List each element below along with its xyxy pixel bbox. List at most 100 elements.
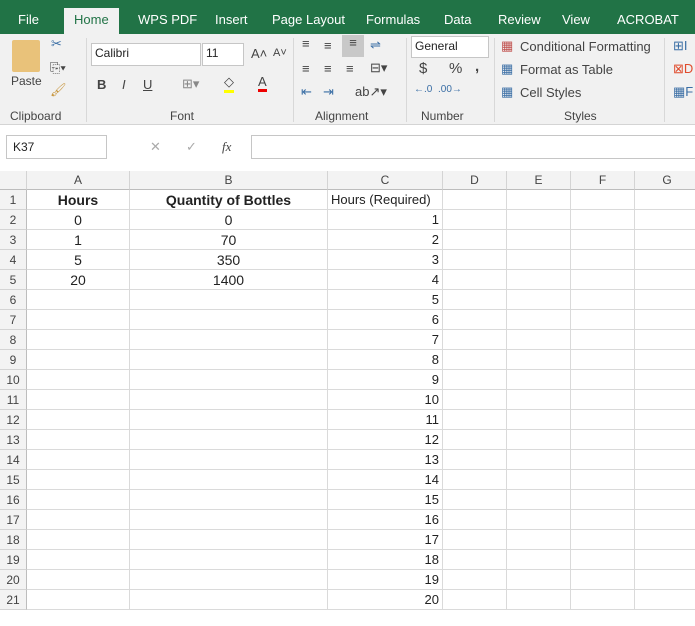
align-left-icon[interactable]: ≡	[302, 61, 310, 76]
increase-font-icon[interactable]: A˄	[251, 46, 267, 61]
cell-A21[interactable]	[27, 590, 130, 610]
cell-A9[interactable]	[27, 350, 130, 370]
cell-E1[interactable]	[507, 190, 571, 210]
cell-C6[interactable]: 5	[328, 290, 443, 310]
cell-C14[interactable]: 13	[328, 450, 443, 470]
cell-B9[interactable]	[130, 350, 328, 370]
align-middle-icon[interactable]: ≡	[324, 38, 332, 53]
cell-A13[interactable]	[27, 430, 130, 450]
align-top-icon[interactable]: ≡	[302, 36, 310, 51]
cell-G21[interactable]	[635, 590, 695, 610]
row-header[interactable]: 19	[0, 550, 27, 570]
cell-G17[interactable]	[635, 510, 695, 530]
cell-G9[interactable]	[635, 350, 695, 370]
row-header[interactable]: 3	[0, 230, 27, 250]
cell-C15[interactable]: 14	[328, 470, 443, 490]
increase-indent-icon[interactable]: ⇥	[323, 84, 334, 100]
bold-button[interactable]: B	[97, 77, 106, 92]
cell-G14[interactable]	[635, 450, 695, 470]
cell-F13[interactable]	[571, 430, 635, 450]
row-header[interactable]: 4	[0, 250, 27, 270]
cancel-icon[interactable]: ✕	[150, 139, 161, 155]
format-painter-icon[interactable]: 🖌	[50, 82, 67, 98]
cell-B5[interactable]: 1400	[130, 270, 328, 290]
cell-F12[interactable]	[571, 410, 635, 430]
cell-C5[interactable]: 4	[328, 270, 443, 290]
cell-E3[interactable]	[507, 230, 571, 250]
cell-E17[interactable]	[507, 510, 571, 530]
cell-C1[interactable]: Hours (Required)	[328, 190, 443, 210]
fill-color-icon[interactable]: ◇	[224, 74, 234, 93]
cell-G1[interactable]	[635, 190, 695, 210]
cell-E13[interactable]	[507, 430, 571, 450]
cell-B18[interactable]	[130, 530, 328, 550]
cell-G16[interactable]	[635, 490, 695, 510]
cell-B15[interactable]	[130, 470, 328, 490]
row-header[interactable]: 16	[0, 490, 27, 510]
cell-E12[interactable]	[507, 410, 571, 430]
cell-C18[interactable]: 17	[328, 530, 443, 550]
cell-G18[interactable]	[635, 530, 695, 550]
row-header[interactable]: 12	[0, 410, 27, 430]
cell-G13[interactable]	[635, 430, 695, 450]
increase-decimal-icon[interactable]: ←.0	[414, 84, 432, 95]
cell-A15[interactable]	[27, 470, 130, 490]
underline-button[interactable]: U	[143, 77, 152, 92]
conditional-formatting-icon[interactable]: ▦	[501, 38, 513, 54]
cell-G8[interactable]	[635, 330, 695, 350]
tab-acrobat[interactable]: ACROBAT	[607, 8, 689, 34]
format-as-table-button[interactable]: Format as Table	[520, 62, 613, 77]
cell-C10[interactable]: 9	[328, 370, 443, 390]
insert-function-button[interactable]: fx	[222, 139, 231, 155]
cell-A18[interactable]	[27, 530, 130, 550]
row-header[interactable]: 18	[0, 530, 27, 550]
font-size-select[interactable]: 11	[202, 43, 244, 66]
cell-D16[interactable]	[443, 490, 507, 510]
cell-G7[interactable]	[635, 310, 695, 330]
cell-G2[interactable]	[635, 210, 695, 230]
cell-A3[interactable]: 1	[27, 230, 130, 250]
row-header[interactable]: 15	[0, 470, 27, 490]
cell-B3[interactable]: 70	[130, 230, 328, 250]
row-header[interactable]: 1	[0, 190, 27, 210]
cell-C3[interactable]: 2	[328, 230, 443, 250]
row-header[interactable]: 7	[0, 310, 27, 330]
cell-D8[interactable]	[443, 330, 507, 350]
copy-icon[interactable]: ⎘▾	[50, 60, 66, 76]
cell-D3[interactable]	[443, 230, 507, 250]
tab-file[interactable]: File	[8, 8, 49, 34]
cell-D17[interactable]	[443, 510, 507, 530]
cell-C17[interactable]: 16	[328, 510, 443, 530]
paste-icon[interactable]	[12, 40, 40, 72]
row-header[interactable]: 20	[0, 570, 27, 590]
select-all-corner[interactable]	[0, 171, 27, 190]
orientation-icon[interactable]: ab↗▾	[355, 84, 387, 100]
cell-D11[interactable]	[443, 390, 507, 410]
conditional-formatting-button[interactable]: Conditional Formatting	[520, 39, 651, 54]
cell-D13[interactable]	[443, 430, 507, 450]
cell-G20[interactable]	[635, 570, 695, 590]
cell-G6[interactable]	[635, 290, 695, 310]
cell-D4[interactable]	[443, 250, 507, 270]
cell-B14[interactable]	[130, 450, 328, 470]
cell-F9[interactable]	[571, 350, 635, 370]
cell-A16[interactable]	[27, 490, 130, 510]
currency-button[interactable]: $	[419, 60, 427, 77]
cell-E8[interactable]	[507, 330, 571, 350]
column-header-G[interactable]: G	[635, 171, 695, 190]
cell-F14[interactable]	[571, 450, 635, 470]
column-header-D[interactable]: D	[443, 171, 507, 190]
cell-G10[interactable]	[635, 370, 695, 390]
row-header[interactable]: 9	[0, 350, 27, 370]
insert-cells-icon[interactable]: ⊞I	[673, 38, 688, 54]
tab-wps-pdf[interactable]: WPS PDF	[128, 8, 207, 34]
cell-A8[interactable]	[27, 330, 130, 350]
cell-A6[interactable]	[27, 290, 130, 310]
decrease-indent-icon[interactable]: ⇤	[301, 84, 312, 100]
cell-A5[interactable]: 20	[27, 270, 130, 290]
cell-D18[interactable]	[443, 530, 507, 550]
decrease-decimal-icon[interactable]: .00→	[438, 84, 462, 95]
cell-B20[interactable]	[130, 570, 328, 590]
cell-F21[interactable]	[571, 590, 635, 610]
cell-B6[interactable]	[130, 290, 328, 310]
